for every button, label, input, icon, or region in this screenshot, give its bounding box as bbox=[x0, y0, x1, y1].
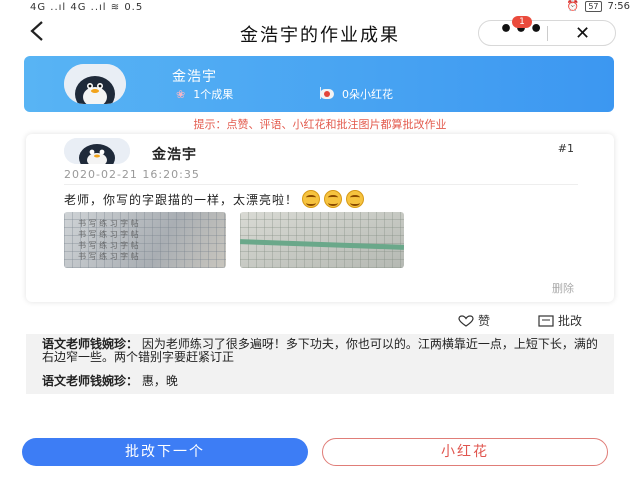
penguin-icon bbox=[64, 138, 130, 164]
red-flower-icon bbox=[320, 89, 334, 99]
smile-emoji-icon bbox=[346, 190, 365, 208]
flower-outline-icon: ❀ bbox=[176, 87, 186, 101]
teacher-comments: 语文老师钱婉珍： 因为老师练习了很多遍呀！多下功夫，你也可以的。江两横靠近一点，… bbox=[26, 334, 614, 394]
student-name: 金浩宇 bbox=[172, 69, 217, 85]
heart-icon bbox=[458, 314, 474, 327]
like-button[interactable]: 赞 bbox=[458, 312, 490, 329]
homework-card: 金浩宇 #1 2020-02-21 16:20:35 老师，你写的字跟描的一样，… bbox=[26, 134, 614, 302]
clock: 7:56 bbox=[607, 1, 630, 12]
status-bar: 4G ..ıl 4G ..ıl ≋ 0.5 ⏰ 57 7:56 bbox=[0, 0, 640, 16]
smile-emoji-icon bbox=[302, 190, 321, 208]
next-review-button[interactable]: 批改下一个 bbox=[22, 438, 308, 466]
homework-photo[interactable] bbox=[240, 212, 404, 268]
divider bbox=[64, 184, 578, 185]
battery-icon: 57 bbox=[585, 1, 602, 12]
avatar bbox=[64, 138, 130, 164]
homework-photo[interactable]: 书 写 练 习 字 帖书 写 练 习 字 帖书 写 练 习 字 帖书 写 练 习… bbox=[64, 212, 226, 268]
close-icon[interactable]: ✕ bbox=[575, 23, 590, 44]
student-name: 金浩宇 bbox=[152, 147, 197, 163]
review-button[interactable]: 批改 bbox=[538, 312, 582, 329]
comment-item: 语文老师钱婉珍： 惠，晚 bbox=[42, 374, 178, 388]
smile-emoji-icon bbox=[324, 190, 343, 208]
penguin-icon bbox=[64, 64, 126, 104]
submission-number: #1 bbox=[557, 142, 574, 155]
hint-text: 提示：点赞、评语、小红花和批注图片都算批改作业 bbox=[193, 118, 447, 131]
capsule-divider bbox=[547, 26, 548, 41]
comment-item: 语文老师钱婉珍： 因为老师练习了很多遍呀！多下功夫，你也可以的。江两横靠近一点，… bbox=[42, 337, 598, 364]
homework-message: 老师，你写的字跟描的一样，太漂亮啦！ bbox=[64, 190, 365, 208]
alarm-icon: ⏰ bbox=[566, 1, 580, 12]
timestamp: 2020-02-21 16:20:35 bbox=[64, 168, 200, 181]
avatar bbox=[64, 64, 126, 104]
student-summary-card: 金浩宇 ❀ 1个成果 0朵小红花 bbox=[24, 56, 614, 112]
edit-icon bbox=[538, 314, 554, 327]
delete-link[interactable]: 删除 bbox=[552, 280, 574, 296]
signal-indicators: 4G ..ıl 4G ..ıl ≋ 0.5 bbox=[30, 2, 144, 13]
red-flower-button[interactable]: 小红花 bbox=[322, 438, 608, 466]
nav-bar: 金浩宇的作业成果 ••• ✕ 1 bbox=[0, 16, 640, 50]
mini-program-capsule: ••• ✕ bbox=[478, 19, 616, 46]
notification-badge: 1 bbox=[512, 16, 532, 28]
results-count: ❀ 1个成果 bbox=[176, 87, 234, 102]
flowers-count: 0朵小红花 bbox=[320, 86, 393, 102]
